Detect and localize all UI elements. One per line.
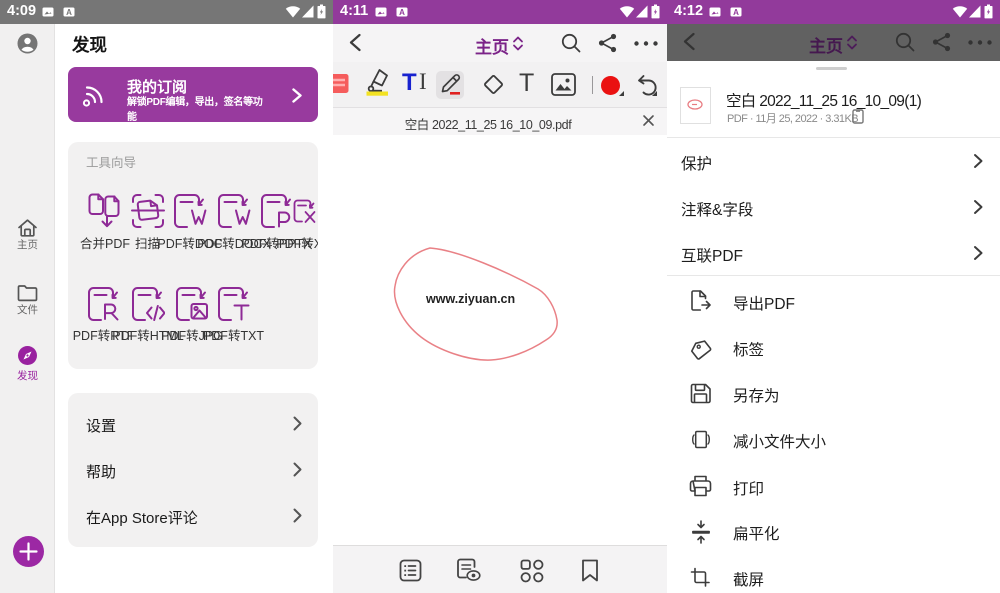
svg-text:A: A — [399, 8, 405, 17]
svg-text:A: A — [66, 8, 72, 17]
svg-text:A: A — [733, 8, 739, 17]
